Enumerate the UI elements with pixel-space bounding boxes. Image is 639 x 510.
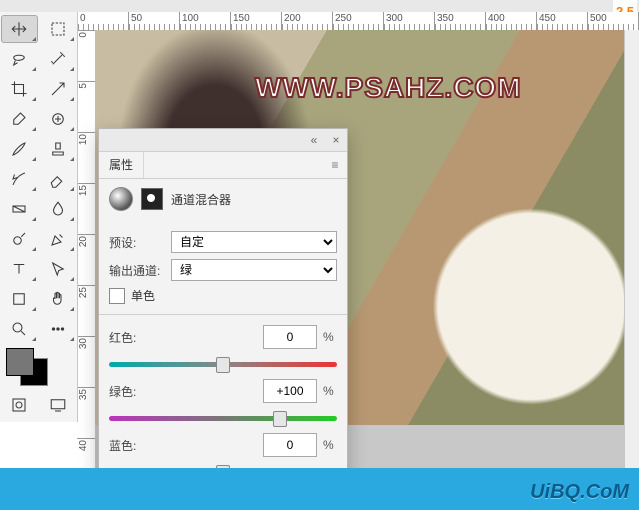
ruler-tick: 500 [587,12,638,30]
tool-path-select[interactable] [40,255,77,283]
tool-more[interactable] [40,315,77,343]
vertical-scrollbar[interactable] [624,30,639,468]
monochrome-checkbox[interactable] [109,288,125,304]
percent-symbol: % [323,438,337,452]
site-watermark: UiBQ.CoM [530,481,629,504]
ruler-tick: 100 [179,12,230,30]
tool-brush[interactable] [1,135,38,163]
preset-select[interactable]: 自定 [171,231,337,253]
app-window: 2.5 050100150200250300350400450500550600… [0,0,639,510]
color-swatches[interactable] [0,344,77,390]
panel-close-icon[interactable]: × [325,129,347,151]
percent-symbol: % [323,384,337,398]
blue-label: 蓝色: [109,437,143,454]
properties-panel: « × 属性 ≡ 通道混合器 预设: 自定 输出通道: 绿 单色 [98,128,348,510]
tool-zoom[interactable] [1,315,38,343]
tool-shape[interactable] [1,285,38,313]
green-value-input[interactable] [263,379,317,403]
adjustment-title: 通道混合器 [171,191,231,208]
tool-pen[interactable] [40,225,77,253]
ruler-tick: 30 [77,336,95,387]
tool-type[interactable] [1,255,38,283]
ruler-tick: 450 [536,12,587,30]
ruler-tick: 300 [383,12,434,30]
tool-patch[interactable] [40,105,77,133]
ruler-tick: 400 [485,12,536,30]
monochrome-label: 单色 [131,287,155,304]
tool-magic-wand[interactable] [40,45,77,73]
tool-stamp[interactable] [40,135,77,163]
output-channel-label: 输出通道: [109,262,165,279]
ruler-tick: 35 [77,387,95,438]
ruler-tick: 25 [77,285,95,336]
tool-blur[interactable] [40,195,77,223]
preset-label: 预设: [109,234,165,251]
ruler-tick: 10 [77,132,95,183]
tool-lasso[interactable] [1,45,38,73]
red-label: 红色: [109,329,143,346]
ruler-tick: 0 [77,30,95,81]
quickmask-toggle[interactable] [1,391,38,419]
ruler-tick: 5 [77,81,95,132]
tool-eraser[interactable] [40,165,77,193]
output-channel-select[interactable]: 绿 [171,259,337,281]
toolbox [0,12,78,422]
ruler-tick: 350 [434,12,485,30]
panel-header[interactable]: « × [99,129,347,152]
horizontal-ruler: 0501001502002503003504004505005506006507… [77,12,639,31]
foreground-color-swatch[interactable] [6,348,34,376]
tool-slice[interactable] [40,75,77,103]
ruler-tick: 20 [77,234,95,285]
tool-eyedropper[interactable] [1,105,38,133]
green-label: 绿色: [109,383,143,400]
ruler-tick: 50 [128,12,179,30]
tool-rect-select[interactable] [40,15,77,43]
adjustment-title-row: 通道混合器 [99,179,347,219]
ruler-tick: 0 [77,12,128,30]
panel-collapse-icon[interactable]: « [303,129,325,151]
ruler-tick: 250 [332,12,383,30]
red-value-input[interactable] [263,325,317,349]
ruler-tick: 15 [77,183,95,234]
channel-mixer-icon[interactable] [109,187,133,211]
blue-value-input[interactable] [263,433,317,457]
tool-hand[interactable] [40,285,77,313]
red-slider[interactable] [109,355,337,373]
ruler-tick: 200 [281,12,332,30]
percent-symbol: % [323,330,337,344]
tab-properties[interactable]: 属性 [99,152,144,178]
panel-menu-icon[interactable]: ≡ [323,158,347,172]
tool-move[interactable] [1,15,38,43]
tool-history-brush[interactable] [1,165,38,193]
screenmode-toggle[interactable] [40,391,77,419]
layer-mask-icon[interactable] [141,188,163,210]
tool-gradient[interactable] [1,195,38,223]
tool-crop[interactable] [1,75,38,103]
green-slider[interactable] [109,409,337,427]
vertical-ruler: 05101520253035404550556065 [77,30,96,510]
tool-dodge[interactable] [1,225,38,253]
ruler-tick: 150 [230,12,281,30]
watermark-text: WWW.PSAHZ.COM [255,72,522,104]
